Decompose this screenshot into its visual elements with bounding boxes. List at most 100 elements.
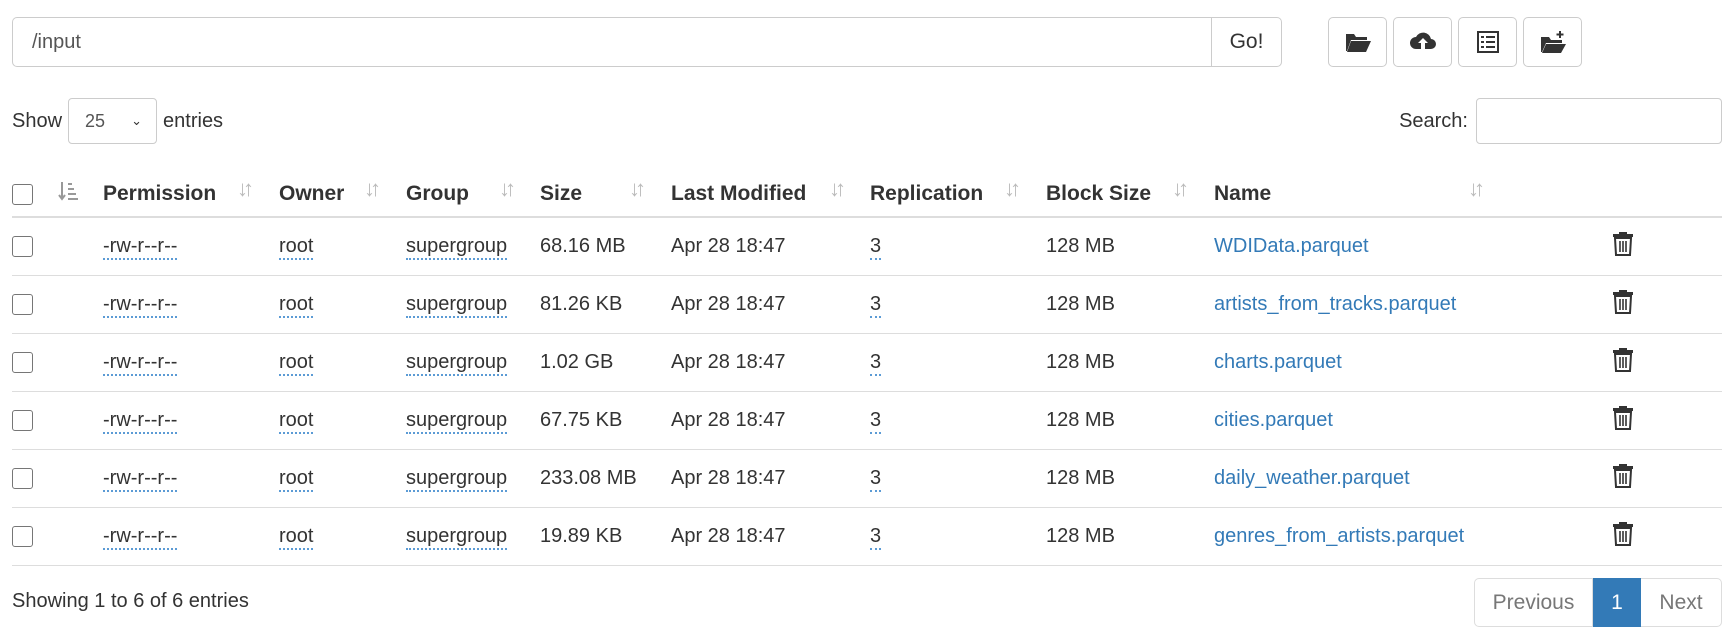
trash-icon[interactable] [1612,346,1634,372]
file-name-link[interactable]: charts.parquet [1214,351,1342,373]
replication-cell[interactable]: 3 [870,408,882,434]
page-1-button[interactable]: 1 [1593,578,1641,627]
column-header-permission[interactable]: Permission ↓↑ [103,164,279,218]
trash-icon[interactable] [1612,520,1634,546]
select-all-checkbox[interactable] [12,183,33,205]
upload-button[interactable] [1393,17,1452,67]
block-size-cell: 128 MB [1046,217,1214,276]
search-label: Search: [1399,109,1468,132]
file-name-link[interactable]: daily_weather.parquet [1214,467,1410,489]
previous-page-button[interactable]: Previous [1474,578,1593,627]
owner-cell[interactable]: root [279,524,314,550]
row-checkbox[interactable] [12,409,33,431]
owner-cell[interactable]: root [279,234,314,260]
block-size-cell: 128 MB [1046,507,1214,566]
replication-cell[interactable]: 3 [870,234,882,260]
group-cell[interactable]: supergroup [406,292,508,318]
file-name-link[interactable]: genres_from_artists.parquet [1214,525,1464,547]
group-cell[interactable]: supergroup [406,466,508,492]
sort-header[interactable] [58,164,103,218]
trash-icon[interactable] [1612,404,1634,430]
column-label: Last Modified [671,182,807,205]
row-checkbox[interactable] [12,235,33,257]
block-size-cell: 128 MB [1046,333,1214,392]
size-cell: 81.26 KB [540,275,671,334]
column-label: Size [540,182,583,205]
trash-icon[interactable] [1612,462,1634,488]
replication-cell[interactable]: 3 [870,350,882,376]
column-header-size[interactable]: Size ↓↑ [540,164,671,218]
file-name-link[interactable]: cities.parquet [1214,409,1333,431]
sort-both-icon: ↓↑ [499,176,516,201]
action-buttons [1328,17,1582,67]
go-button[interactable]: Go! [1211,17,1282,67]
chevron-down-icon: ⌄ [131,113,143,128]
replication-cell[interactable]: 3 [870,524,882,550]
sort-both-icon: ↓↑ [829,176,846,201]
cloud-upload-icon [1409,32,1436,50]
column-header-block-size[interactable]: Block Size ↓↑ [1046,164,1214,218]
entries-select[interactable]: 25 ⌄ [68,98,158,144]
group-cell[interactable]: supergroup [406,350,508,376]
permission-cell[interactable]: -rw-r--r-- [103,408,178,434]
row-checkbox[interactable] [12,467,33,489]
row-checkbox[interactable] [12,293,33,315]
replication-cell[interactable]: 3 [870,292,882,318]
sort-both-icon: ↓↑ [1172,176,1189,201]
create-folder-icon [1540,31,1566,53]
entries-label: entries [163,109,224,132]
row-checkbox[interactable] [12,351,33,373]
size-cell: 67.75 KB [540,391,671,450]
owner-cell[interactable]: root [279,292,314,318]
entries-selected-value: 25 [85,110,106,131]
modified-cell: Apr 28 18:47 [671,507,870,566]
replication-cell[interactable]: 3 [870,466,882,492]
size-cell: 1.02 GB [540,333,671,392]
table-row: -rw-r--r-- root supergroup 67.75 KB Apr … [12,391,1722,450]
trash-icon[interactable] [1612,230,1634,257]
open-folder-button[interactable] [1328,17,1387,67]
column-header-replication[interactable]: Replication ↓↑ [870,164,1046,218]
block-size-cell: 128 MB [1046,275,1214,334]
column-label: Permission [103,182,217,205]
owner-cell[interactable]: root [279,408,314,434]
table-header-row: Permission ↓↑ Owner ↓↑ Group ↓↑ Size ↓↑ Last… [12,164,1722,218]
group-cell[interactable]: supergroup [406,408,508,434]
table-row: -rw-r--r-- root supergroup 19.89 KB Apr … [12,507,1722,566]
owner-cell[interactable]: root [279,466,314,492]
select-all-header [12,164,58,218]
search-control: Search: [1399,98,1722,144]
actions-header [1509,164,1722,218]
table-row: -rw-r--r-- root supergroup 68.16 MB Apr … [12,217,1722,276]
folder-open-icon [1345,34,1371,52]
owner-cell[interactable]: root [279,350,314,376]
permission-cell[interactable]: -rw-r--r-- [103,466,178,492]
trash-icon[interactable] [1612,288,1634,314]
next-page-button[interactable]: Next [1641,578,1722,627]
block-size-cell: 128 MB [1046,391,1214,450]
permission-cell[interactable]: -rw-r--r-- [103,234,178,260]
list-view-button[interactable] [1458,17,1517,67]
show-label: Show [12,109,63,132]
group-cell[interactable]: supergroup [406,524,508,550]
size-cell: 19.89 KB [540,507,671,566]
file-name-link[interactable]: WDIData.parquet [1214,235,1369,257]
pagination: Previous 1 Next [1474,578,1722,627]
table-row: -rw-r--r-- root supergroup 233.08 MB Apr… [12,449,1722,508]
column-header-name[interactable]: Name ↓↑ [1214,164,1509,218]
permission-cell[interactable]: -rw-r--r-- [103,524,178,550]
size-cell: 68.16 MB [540,217,671,276]
row-checkbox[interactable] [12,525,33,547]
file-name-link[interactable]: artists_from_tracks.parquet [1214,293,1456,315]
column-header-last-modified[interactable]: Last Modified ↓↑ [671,164,870,218]
path-input[interactable] [12,17,1211,67]
size-cell: 233.08 MB [540,449,671,508]
permission-cell[interactable]: -rw-r--r-- [103,350,178,376]
modified-cell: Apr 28 18:47 [671,217,870,276]
column-header-group[interactable]: Group ↓↑ [406,164,540,218]
group-cell[interactable]: supergroup [406,234,508,260]
search-input[interactable] [1476,98,1722,144]
create-folder-button[interactable] [1523,17,1582,67]
column-header-owner[interactable]: Owner ↓↑ [279,164,406,218]
permission-cell[interactable]: -rw-r--r-- [103,292,178,318]
